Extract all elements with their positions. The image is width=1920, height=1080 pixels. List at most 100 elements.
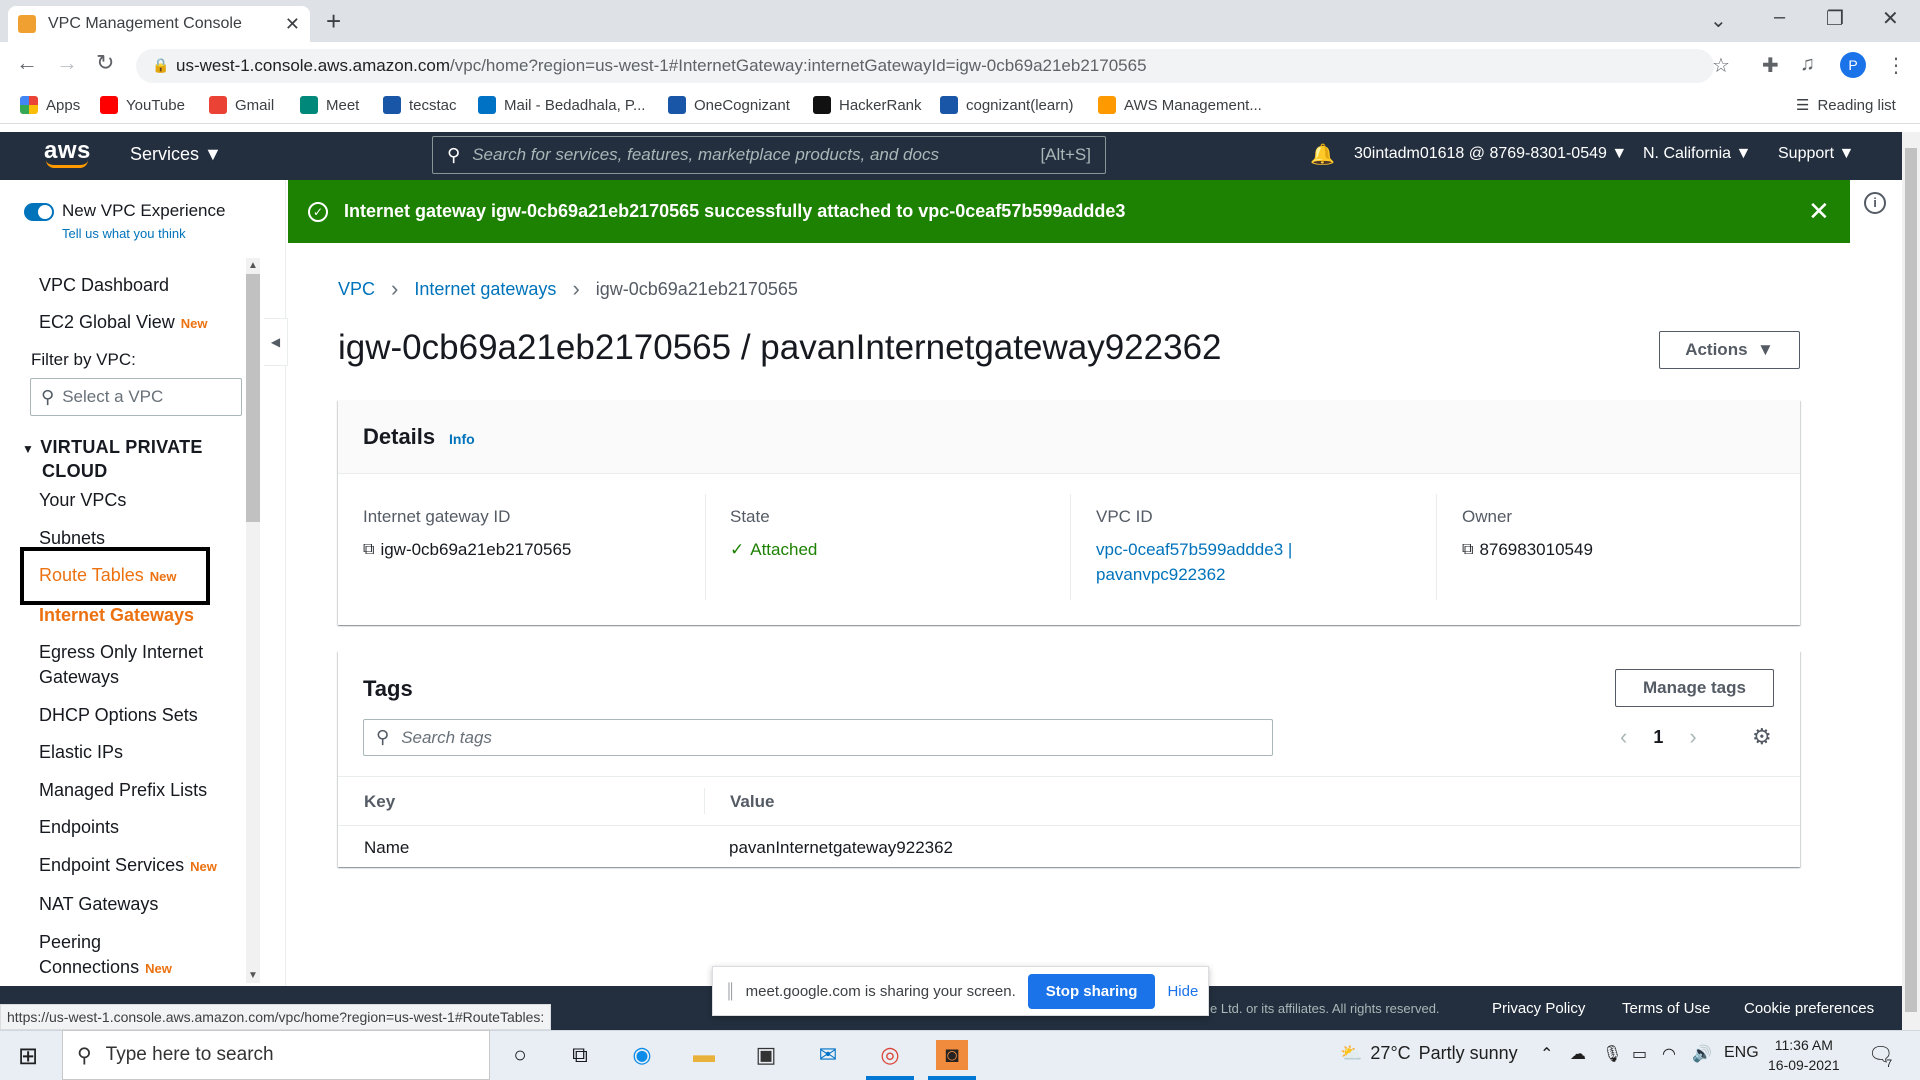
profile-avatar[interactable]: P (1840, 52, 1866, 78)
sidebar-item-vpc-dashboard[interactable]: VPC Dashboard (39, 273, 169, 298)
stop-sharing-button[interactable]: Stop sharing (1027, 973, 1156, 1009)
search-shortcut: [Alt+S] (1040, 145, 1091, 164)
aws-smile-icon (46, 160, 88, 168)
language-indicator[interactable]: ENG (1724, 1044, 1759, 1062)
minimize-icon[interactable]: – (1774, 6, 1785, 29)
account-menu[interactable]: 30intadm01618 @ 8769-8301-0549 ▼ (1354, 145, 1627, 163)
sidebar-item-internet-gateways[interactable]: Internet Gateways (39, 603, 194, 628)
info-panel-icon[interactable]: i (1864, 192, 1886, 214)
close-tab-icon[interactable]: ✕ (285, 14, 300, 35)
store-icon[interactable]: ▣ (750, 1040, 782, 1070)
maximize-icon[interactable]: ❐ (1826, 6, 1844, 31)
bookmark-aws[interactable]: AWS Management... (1098, 96, 1262, 114)
drag-handle-icon[interactable]: ║ (725, 983, 736, 1000)
meeting-app-icon[interactable]: ◙ (936, 1040, 968, 1070)
notifications-bell-icon[interactable]: 🔔 (1310, 142, 1335, 167)
close-window-icon[interactable]: ✕ (1882, 6, 1899, 31)
bookmark-cognizant-learn[interactable]: cognizant(learn) (940, 96, 1074, 114)
region-menu[interactable]: N. California ▼ (1643, 145, 1751, 163)
vpc-id-link[interactable]: vpc-0ceaf57b599addde3 | pavanvpc922362 (1096, 537, 1436, 587)
gear-icon[interactable]: ⚙ (1752, 724, 1772, 750)
address-bar[interactable]: 🔒 us-west-1.console.aws.amazon.com/vpc/h… (136, 49, 1714, 83)
tab-search-icon[interactable]: ⌄ (1710, 8, 1727, 33)
bookmark-star-icon[interactable]: ☆ (1712, 53, 1730, 78)
task-view-icon[interactable]: ⧉ (564, 1040, 596, 1070)
copy-icon[interactable]: ⧉ (363, 537, 374, 562)
cookie-preferences-link[interactable]: Cookie preferences (1744, 1000, 1874, 1017)
sidebar-item-your-vpcs[interactable]: Your VPCs (39, 488, 126, 513)
sidebar-item-ec2-global-view[interactable]: EC2 Global View New (39, 310, 207, 336)
chevron-right-icon[interactable]: › (1689, 724, 1696, 750)
sidebar-item-peering-connections[interactable]: Peering Connections New (39, 930, 172, 981)
page-scroll-thumb[interactable] (1905, 148, 1917, 1012)
cortana-icon[interactable]: ○ (504, 1040, 536, 1070)
breadcrumb-vpc[interactable]: VPC (338, 279, 375, 300)
feedback-link[interactable]: Tell us what you think (62, 226, 186, 241)
support-menu[interactable]: Support ▼ (1778, 145, 1854, 163)
new-tab-icon[interactable]: + (326, 8, 341, 34)
taskbar-search-input[interactable]: ⚲ Type here to search (62, 1030, 490, 1080)
media-control-icon[interactable]: ♫ (1800, 53, 1815, 76)
copy-icon[interactable]: ⧉ (1462, 537, 1473, 562)
tags-panel (338, 651, 1800, 867)
bookmark-hackerrank[interactable]: HackerRank (813, 96, 922, 114)
sidebar-scroll-thumb[interactable] (246, 274, 260, 522)
details-info-link[interactable]: Info (449, 431, 475, 447)
edge-icon[interactable]: ◉ (626, 1040, 658, 1070)
reload-icon[interactable]: ↻ (96, 50, 114, 76)
battery-icon[interactable]: ▭ (1632, 1044, 1647, 1064)
virtual-private-cloud-section[interactable]: ▼ VIRTUAL PRIVATE CLOUD (22, 436, 203, 482)
bookmark-tecstac[interactable]: tecstac (383, 96, 457, 114)
chrome-icon[interactable]: ◎ (874, 1040, 906, 1070)
reading-list[interactable]: ☰ Reading list (1796, 96, 1896, 115)
back-icon[interactable]: ← (16, 50, 38, 76)
actions-button[interactable]: Actions ▼ (1659, 331, 1800, 369)
owner-field: Owner ⧉ 876983010549 (1437, 474, 1802, 600)
owner-value: 876983010549 (1479, 540, 1593, 559)
privacy-policy-link[interactable]: Privacy Policy (1492, 1000, 1585, 1017)
bookmark-mail[interactable]: Mail - Bedadhala, P... (478, 96, 645, 114)
chevron-left-icon[interactable]: ‹ (1620, 724, 1627, 750)
bookmark-onecognizant[interactable]: OneCognizant (668, 96, 790, 114)
aws-search-input[interactable]: ⚲ Search for services, features, marketp… (432, 136, 1106, 174)
volume-icon[interactable]: 🔊 (1692, 1044, 1712, 1064)
bookmark-apps[interactable]: Apps (20, 96, 80, 114)
tags-search-input[interactable]: ⚲ Search tags (363, 719, 1273, 756)
bookmark-youtube[interactable]: YouTube (100, 96, 185, 114)
forward-icon[interactable]: → (56, 50, 78, 76)
page-number[interactable]: 1 (1653, 727, 1663, 748)
clock[interactable]: 11:36 AM 16-09-2021 (1768, 1035, 1840, 1075)
windows-start-icon[interactable]: ⊞ (18, 1042, 38, 1071)
weather-widget[interactable]: ⛅ 27°C Partly sunny (1340, 1043, 1518, 1064)
browser-tab[interactable]: VPC Management Console ✕ (8, 6, 310, 42)
vpc-filter-select[interactable]: ⚲ Select a VPC (30, 378, 242, 416)
scroll-up-icon[interactable]: ▲ (248, 260, 258, 271)
bookmark-gmail[interactable]: Gmail (209, 96, 274, 114)
url-host: us-west-1.console.aws.amazon.com (176, 56, 451, 75)
breadcrumb-internet-gateways[interactable]: Internet gateways (414, 279, 556, 300)
sidebar-item-elastic-ips[interactable]: Elastic IPs (39, 740, 123, 765)
sidebar-item-prefix-lists[interactable]: Managed Prefix Lists (39, 778, 207, 803)
services-menu[interactable]: Services ▼ (130, 144, 222, 165)
manage-tags-button[interactable]: Manage tags (1615, 669, 1774, 707)
hide-button[interactable]: Hide (1167, 983, 1198, 1000)
extensions-icon[interactable]: ✚ (1762, 53, 1779, 78)
onedrive-icon[interactable]: ☁ (1570, 1044, 1586, 1064)
chevron-up-icon[interactable]: ⌃ (1540, 1044, 1553, 1064)
sidebar-item-dhcp-options[interactable]: DHCP Options Sets (39, 703, 198, 728)
sidebar-item-endpoint-services[interactable]: Endpoint Services New (39, 853, 217, 879)
microphone-icon[interactable]: 🎙 (1602, 1044, 1622, 1064)
wifi-icon[interactable]: ◠ (1662, 1044, 1676, 1064)
collapse-sidebar-button[interactable]: ◀ (264, 318, 288, 366)
dismiss-flash-icon[interactable]: ✕ (1808, 196, 1830, 227)
new-vpc-experience-toggle[interactable] (24, 203, 54, 221)
chrome-menu-icon[interactable]: ⋮ (1886, 53, 1906, 78)
sidebar-item-nat-gateways[interactable]: NAT Gateways (39, 892, 158, 917)
terms-of-use-link[interactable]: Terms of Use (1622, 1000, 1710, 1017)
mail-icon[interactable]: ✉ (812, 1040, 844, 1070)
bookmark-meet[interactable]: Meet (300, 96, 359, 114)
file-explorer-icon[interactable]: ▬ (688, 1040, 720, 1070)
scroll-down-icon[interactable]: ▼ (248, 970, 258, 981)
sidebar-item-endpoints[interactable]: Endpoints (39, 815, 119, 840)
sidebar-item-egress-only-igw[interactable]: Egress Only Internet Gateways (39, 640, 203, 690)
